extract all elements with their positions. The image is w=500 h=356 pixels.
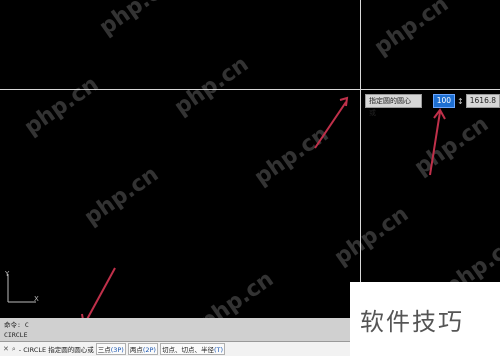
close-icon[interactable]: ✕ — [3, 345, 9, 353]
arrow-to-crosshair — [314, 96, 349, 149]
option-ttr[interactable]: 切点、切点、半径(T) — [159, 343, 226, 355]
arrow-to-input-field — [429, 108, 446, 176]
option-2p[interactable]: 两点(2P) — [127, 343, 158, 355]
command-input-line[interactable]: ✕ ⌕ - CIRCLE 指定圆的圆心或 三点(3P) 两点(2P) 切点、切点… — [0, 341, 350, 356]
command-history: 命令: C CIRCLE — [0, 318, 350, 341]
history-line: CIRCLE — [4, 331, 28, 339]
site-logo: 软件技巧 — [350, 282, 500, 356]
option-3p[interactable]: 三点(3P) — [95, 343, 126, 355]
logo-text: 软件技巧 — [360, 308, 464, 336]
history-line: 命令: C — [4, 321, 29, 329]
search-icon[interactable]: ⌕ — [12, 345, 16, 354]
command-prompt: - CIRCLE 指定圆的圆心或 — [18, 346, 94, 354]
